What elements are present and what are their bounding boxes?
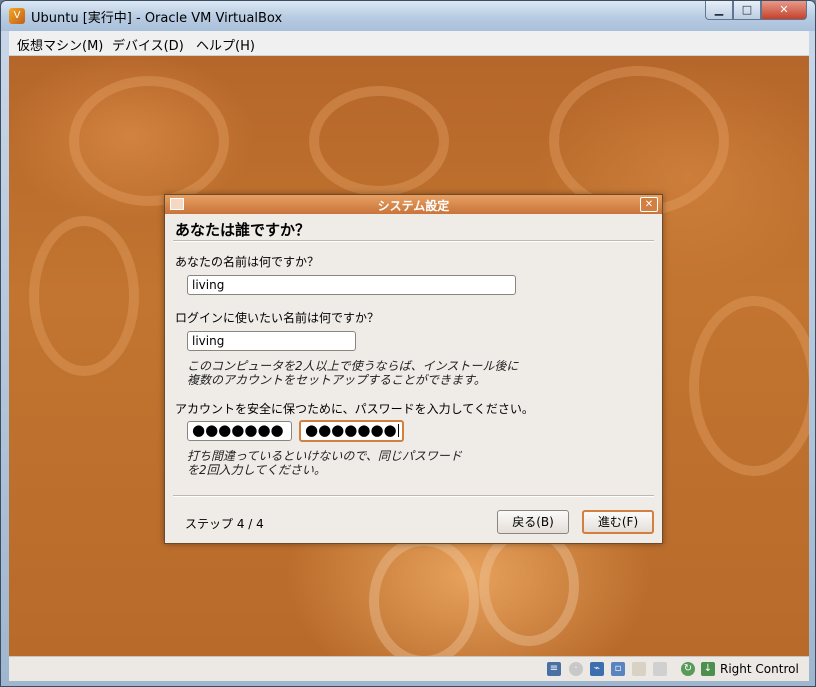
menu-help[interactable]: ヘルプ(H): [196, 35, 255, 54]
username-field[interactable]: living: [187, 331, 356, 351]
text-caret: [397, 424, 399, 437]
shared-folders-icon[interactable]: [632, 662, 646, 676]
dialog-close-button[interactable]: ✕: [640, 197, 658, 212]
dialog-titlebar[interactable]: システム設定 ✕: [165, 195, 662, 214]
divider: [173, 240, 654, 242]
dialog-heading: あなたは誰ですか？: [175, 221, 311, 239]
window-controls: ▁ □ ✕: [705, 1, 807, 21]
full-name-field[interactable]: living: [187, 275, 516, 295]
menu-devices[interactable]: デバイス(D): [112, 35, 184, 54]
display-icon[interactable]: [653, 662, 667, 676]
host-key-icon: ↓: [701, 662, 715, 676]
menu-machine[interactable]: 仮想マシン(M): [17, 35, 103, 54]
background-swirl: [309, 86, 449, 196]
dialog-title: システム設定: [377, 199, 450, 213]
close-button[interactable]: ✕: [761, 1, 807, 20]
window-title: Ubuntu [実行中] - Oracle VM VirtualBox: [31, 11, 283, 26]
minimize-button[interactable]: ▁: [705, 1, 733, 20]
background-swirl: [479, 526, 579, 646]
password-confirm-field[interactable]: ●●●●●●●: [299, 420, 404, 442]
divider: [173, 495, 654, 497]
background-swirl: [689, 296, 809, 476]
mouse-integration-icon[interactable]: ↻: [681, 662, 695, 676]
login-hint: このコンピュータを2人以上で使うならば、インストール後に 複数のアカウントをセッ…: [187, 359, 519, 387]
statusbar: ≡ · ⌁ ▫ ↻ ↓ Right Control: [9, 656, 809, 681]
password-confirm-value: ●●●●●●●: [305, 421, 397, 439]
window-titlebar[interactable]: V Ubuntu [実行中] - Oracle VM VirtualBox ▁ …: [1, 1, 815, 31]
background-swirl: [69, 76, 229, 206]
background-swirl: [369, 536, 479, 656]
host-key-label: Right Control: [720, 662, 799, 676]
password-field[interactable]: ●●●●●●●: [187, 421, 292, 441]
menubar: 仮想マシン(M) デバイス(D) ヘルプ(H): [9, 31, 809, 56]
step-indicator: ステップ 4 / 4: [185, 517, 264, 531]
password-hint: 打ち間違っているといけないので、同じパスワード を2回入力してください。: [187, 449, 462, 477]
forward-button[interactable]: 進む(F): [582, 510, 654, 534]
virtualbox-app-icon: V: [9, 8, 25, 24]
background-swirl: [29, 216, 139, 376]
optical-drive-icon[interactable]: ·: [569, 662, 583, 676]
hard-disk-icon[interactable]: ≡: [547, 662, 561, 676]
login-label: ログインに使いたい名前は何ですか？: [175, 311, 380, 325]
back-button[interactable]: 戻る(B): [497, 510, 569, 534]
usb-icon[interactable]: ⌁: [590, 662, 604, 676]
password-label: アカウントを安全に保つために、パスワードを入力してください。: [175, 402, 534, 416]
maximize-button[interactable]: □: [733, 1, 761, 20]
password-value: ●●●●●●●: [192, 421, 284, 439]
name-label: あなたの名前は何ですか？: [175, 255, 320, 269]
virtualbox-window: V Ubuntu [実行中] - Oracle VM VirtualBox ▁ …: [0, 0, 816, 687]
network-icon[interactable]: ▫: [611, 662, 625, 676]
system-settings-dialog: システム設定 ✕ あなたは誰ですか？ あなたの名前は何ですか？ living ロ…: [164, 194, 663, 544]
